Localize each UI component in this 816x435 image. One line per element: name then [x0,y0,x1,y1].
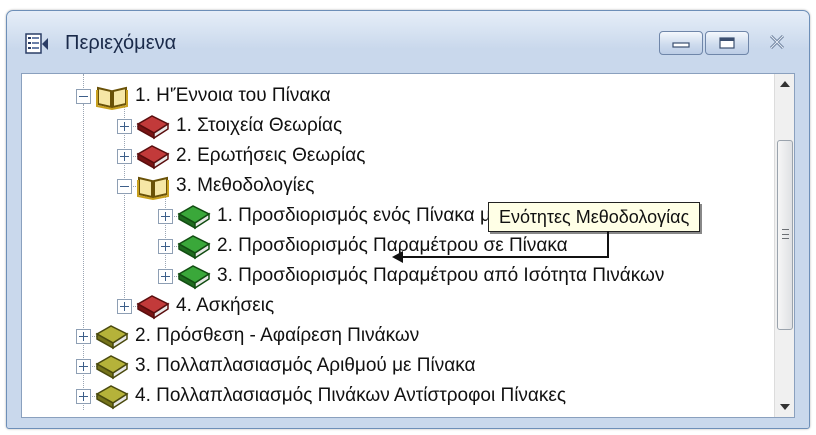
tree-node-label: 1. Στοιχεία Θεωρίας [176,115,343,136]
tree-node-label: 3. Πολλαπλασιασμός Αριθμού με Πίνακα [135,355,476,376]
title-bar[interactable]: Περιεχόμενα [7,11,809,73]
green-book-icon [177,205,211,230]
expand-toggle-icon[interactable] [76,358,91,374]
tree-node[interactable]: 4. Ασκήσεις [117,291,274,321]
red-book-icon [136,115,170,140]
tree-node[interactable]: 3. Προσδιορισμός Παραμέτρου από Ισότητα … [158,261,664,291]
tree-node-label: 2. Ερωτήσεις Θεωρίας [176,145,366,166]
vertical-scrollbar[interactable] [774,74,794,417]
tree-node[interactable]: 1. Η'Έννοια του Πίνακα [76,81,331,111]
olive-book-icon [95,355,129,380]
red-book-icon [136,145,170,170]
collapse-toggle-icon[interactable] [76,88,91,104]
tree-node[interactable]: 2. Πρόσθεση - Αφαίρεση Πινάκων [76,321,419,351]
expand-toggle-icon[interactable] [76,388,91,404]
olive-book-icon [95,385,129,410]
expand-toggle-icon[interactable] [117,118,132,134]
expand-toggle-icon[interactable] [158,238,173,254]
minimize-button[interactable] [659,31,703,55]
tree-node[interactable]: 1. Προσδιορισμός ενός Πίνακα μxν [158,201,510,231]
close-button[interactable] [757,29,797,55]
expand-toggle-icon[interactable] [117,298,132,314]
expand-toggle-icon[interactable] [158,208,173,224]
maximize-icon [719,37,735,49]
expand-toggle-icon[interactable] [117,148,132,164]
tree-node[interactable]: 1. Στοιχεία Θεωρίας [117,111,342,141]
scroll-up-arrow-icon [780,81,790,87]
tree-node-label: 2. Πρόσθεση - Αφαίρεση Πινάκων [135,325,420,346]
minimize-icon [672,42,690,48]
contents-tree: 1. Η'Έννοια του Πίνακα 1. Στοιχεία Θεωρί… [22,74,774,417]
contents-panel: 1. Η'Έννοια του Πίνακα 1. Στοιχεία Θεωρί… [21,73,795,418]
tree-node-label: 3. Προσδιορισμός Παραμέτρου από Ισότητα … [217,265,665,286]
open-book-icon [96,86,128,110]
maximize-button[interactable] [705,31,749,55]
window-title: Περιεχόμενα [65,32,177,54]
contents-window: Περιεχόμενα 1. Η'Έννοια του Πίνακα 1. Στ… [6,10,810,429]
tree-node[interactable]: 3. Πολλαπλασιασμός Αριθμού με Πίνακα [76,351,475,381]
tree-node-label: 1. Η'Έννοια του Πίνακα [135,85,331,106]
scroll-down-button[interactable] [775,397,794,417]
scroll-down-arrow-icon [780,404,790,410]
scrollbar-thumb[interactable] [777,140,793,330]
scrollbar-grip-icon [782,229,789,239]
red-book-icon [136,295,170,320]
tree-node-label: 1. Προσδιορισμός ενός Πίνακα μxν [217,205,510,226]
tree-node[interactable]: 3. Μεθοδολογίες [117,171,314,201]
expand-toggle-icon[interactable] [76,328,91,344]
tree-node-label: 4. Πολλαπλασιασμός Πινάκων Αντίστροφοι Π… [135,385,567,406]
tree-node[interactable]: 2. Ερωτήσεις Θεωρίας [117,141,365,171]
collapse-toggle-icon[interactable] [117,178,132,194]
tree-node-label: 3. Μεθοδολογίες [176,175,315,196]
tree-node-label: 4. Ασκήσεις [176,295,275,316]
tree-node[interactable]: 4. Πολλαπλασιασμός Πινάκων Αντίστροφοι Π… [76,381,566,411]
contents-app-icon [25,33,48,54]
callout-line [607,231,609,257]
green-book-icon [177,235,211,260]
scroll-up-button[interactable] [775,74,794,94]
olive-book-icon [95,325,129,350]
methodology-tooltip: Ενότητες Μεθοδολογίας [488,202,701,232]
expand-toggle-icon[interactable] [158,268,173,284]
close-icon [769,34,785,50]
callout-line [402,256,609,258]
callout-arrow-icon [392,251,403,263]
open-book-icon [137,176,169,200]
green-book-icon [177,265,211,290]
